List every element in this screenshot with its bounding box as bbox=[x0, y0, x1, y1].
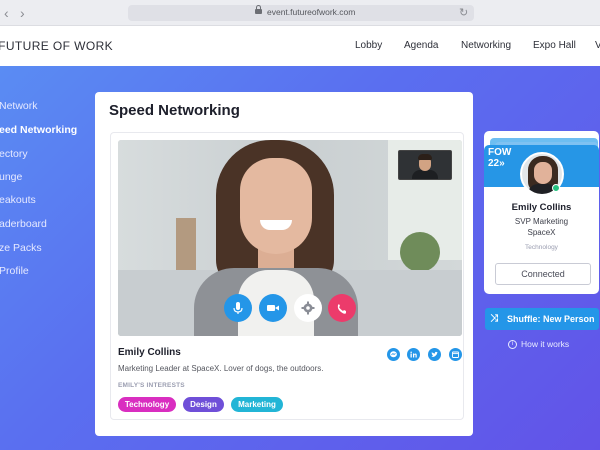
video-camera-icon bbox=[267, 305, 279, 311]
info-icon: i bbox=[508, 340, 517, 349]
sidebar-item-profile[interactable]: Profile bbox=[0, 265, 29, 277]
nav-expo-hall[interactable]: Expo Hall bbox=[533, 40, 576, 51]
camera-button[interactable] bbox=[259, 294, 287, 322]
hang-up-icon bbox=[337, 304, 346, 314]
calendar-icon[interactable] bbox=[449, 348, 462, 361]
shuffle-icon: ⤨ bbox=[490, 313, 498, 324]
match-company: SpaceX bbox=[527, 228, 556, 237]
match-category: Technology bbox=[525, 244, 558, 251]
browser-toolbar: ‹ › event.futureofwork.com ↻ bbox=[0, 0, 600, 26]
sidebar-item-leaderboard[interactable]: aderboard bbox=[0, 218, 47, 230]
settings-button[interactable] bbox=[294, 294, 322, 322]
how-it-works-link[interactable]: How it works bbox=[521, 339, 569, 349]
match-role: SVP Marketing bbox=[514, 217, 569, 226]
nav-agenda[interactable]: Agenda bbox=[404, 40, 438, 51]
online-status-indicator bbox=[552, 184, 560, 192]
shuffle-button[interactable]: ⤨ Shuffle: New Person bbox=[485, 308, 599, 330]
top-navigation: E FUTURE OF WORK Lobby Agenda Networking… bbox=[0, 26, 600, 66]
nav-more[interactable]: V bbox=[595, 40, 600, 51]
address-bar[interactable]: event.futureofwork.com ↻ bbox=[128, 5, 474, 21]
interests-heading: EMILY'S INTERESTS bbox=[118, 382, 185, 389]
self-view-hair bbox=[418, 154, 432, 160]
end-call-button[interactable] bbox=[328, 294, 356, 322]
microphone-icon bbox=[233, 302, 243, 314]
url-text: event.futureofwork.com bbox=[267, 7, 356, 17]
sidebar-item-directory[interactable]: ectory bbox=[0, 148, 28, 160]
event-badge-logo: FOW bbox=[488, 147, 512, 158]
sidebar-item-lounge[interactable]: unge bbox=[0, 171, 22, 183]
self-view-video[interactable] bbox=[398, 150, 452, 180]
self-view-body bbox=[412, 170, 438, 179]
sidebar-item-network[interactable]: Network bbox=[0, 100, 38, 112]
messenger-icon[interactable] bbox=[387, 348, 400, 361]
participant-name: Emily Collins bbox=[118, 347, 181, 358]
interest-tag-technology[interactable]: Technology bbox=[118, 397, 176, 412]
video-person-smile bbox=[260, 220, 292, 230]
participant-bio: Marketing Leader at SpaceX. Lover of dog… bbox=[118, 364, 324, 373]
shuffle-label: Shuffle: New Person bbox=[507, 314, 595, 324]
forward-icon[interactable]: › bbox=[20, 5, 25, 21]
avatar-face bbox=[534, 162, 552, 184]
interest-tag-design[interactable]: Design bbox=[183, 397, 224, 412]
microphone-button[interactable] bbox=[224, 294, 252, 322]
video-person-face bbox=[240, 158, 312, 254]
gear-icon bbox=[301, 301, 315, 315]
sidebar-item-speed-networking[interactable]: eed Networking bbox=[0, 124, 77, 136]
lock-icon bbox=[255, 5, 262, 14]
sidebar-item-prize-packs[interactable]: ze Packs bbox=[0, 242, 42, 254]
interest-tag-marketing[interactable]: Marketing bbox=[231, 397, 283, 412]
page-title: Speed Networking bbox=[109, 102, 240, 119]
twitter-icon[interactable] bbox=[428, 348, 441, 361]
connected-button[interactable]: Connected bbox=[495, 263, 591, 285]
nav-networking[interactable]: Networking bbox=[461, 40, 511, 51]
video-plant bbox=[400, 232, 440, 272]
match-name: Emily Collins bbox=[511, 202, 572, 213]
video-shelf bbox=[176, 218, 196, 278]
nav-lobby[interactable]: Lobby bbox=[355, 40, 382, 51]
linkedin-icon[interactable] bbox=[407, 348, 420, 361]
event-badge-year: 22» bbox=[488, 158, 505, 169]
sidebar-item-breakouts[interactable]: eakouts bbox=[0, 194, 36, 206]
brand-logo[interactable]: E FUTURE OF WORK bbox=[0, 39, 113, 53]
back-icon[interactable]: ‹ bbox=[4, 5, 9, 21]
reload-icon[interactable]: ↻ bbox=[459, 6, 468, 20]
